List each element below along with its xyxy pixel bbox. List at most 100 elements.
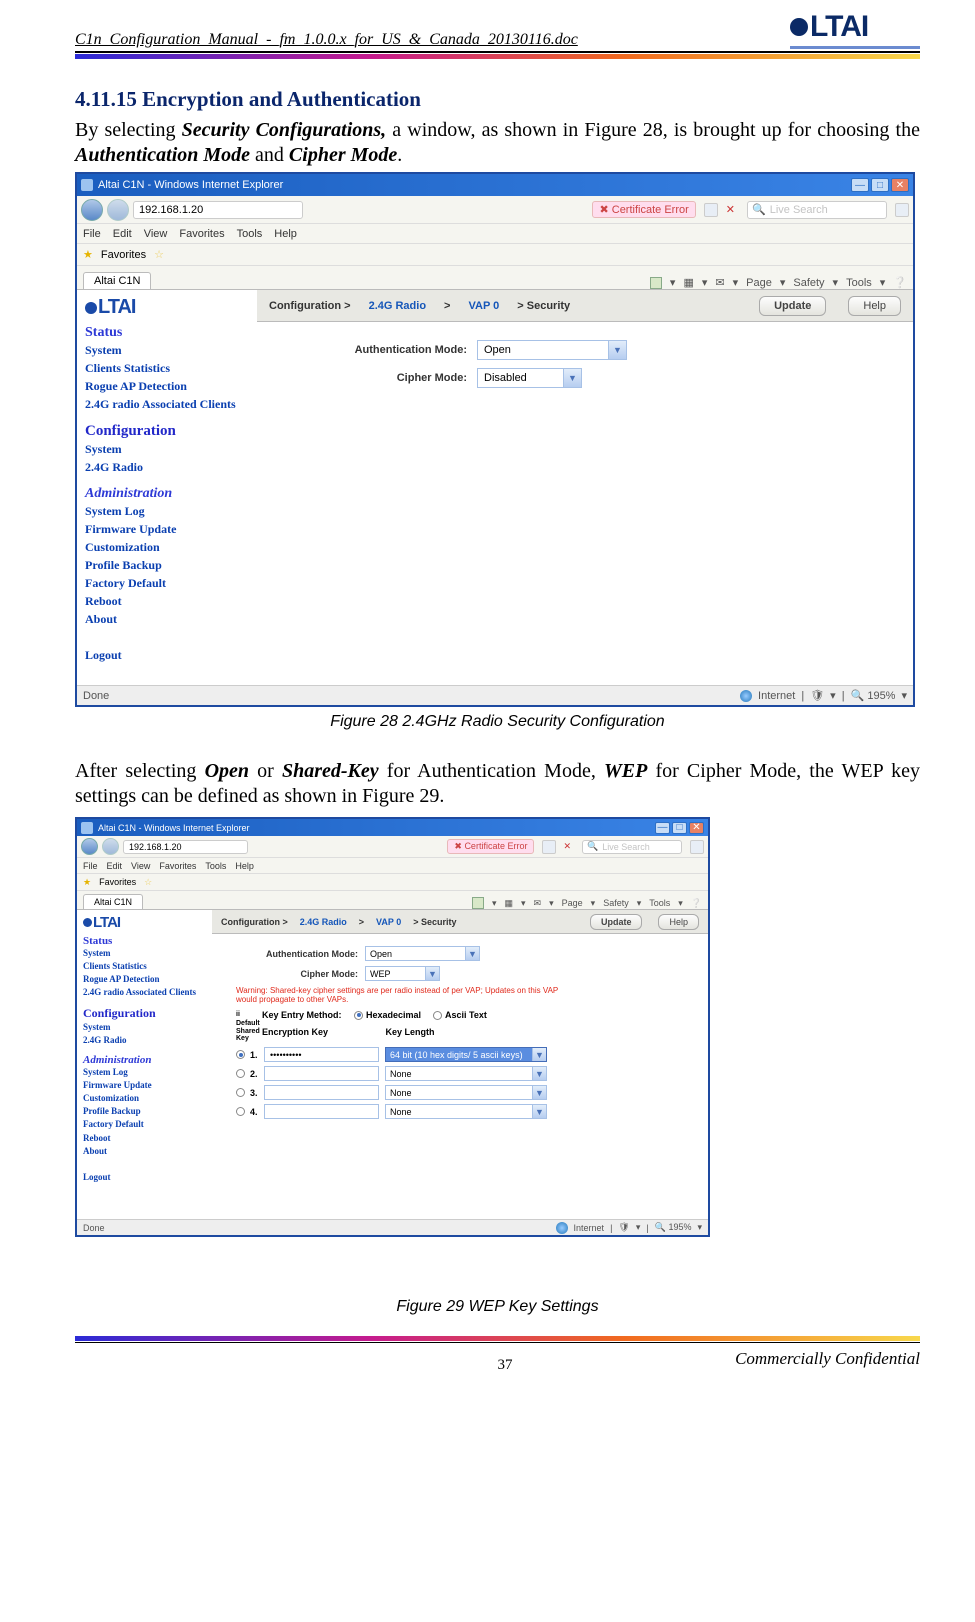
default-key-radio[interactable] xyxy=(236,1088,245,1097)
menu-edit[interactable]: Edit xyxy=(107,861,123,871)
search-box[interactable]: 🔍Live Search xyxy=(582,840,682,854)
minimize-button[interactable]: — xyxy=(851,178,869,192)
nav-syslog[interactable]: System Log xyxy=(85,502,249,520)
refresh-icon[interactable] xyxy=(704,203,718,217)
update-button[interactable]: Update xyxy=(759,296,826,316)
nav-fw-update[interactable]: Firmware Update xyxy=(85,520,249,538)
menu-view[interactable]: View xyxy=(131,861,150,871)
favorites-star-icon[interactable]: ★ xyxy=(83,248,93,261)
nav-cfg-system[interactable]: System xyxy=(83,1021,206,1034)
back-button[interactable] xyxy=(81,838,98,855)
address-bar[interactable]: 192.168.1.20 xyxy=(123,840,248,854)
auth-mode-select[interactable]: Open▼ xyxy=(477,340,627,360)
crumb-vap[interactable]: VAP 0 xyxy=(468,300,499,312)
mail-icon[interactable]: ✉ xyxy=(715,276,724,289)
menu-file[interactable]: File xyxy=(83,861,98,871)
cipher-mode-select[interactable]: WEP▼ xyxy=(365,966,440,981)
help-icon[interactable]: ❔ xyxy=(893,276,907,289)
close-button[interactable]: ✕ xyxy=(891,178,909,192)
menu-help[interactable]: Help xyxy=(274,228,297,240)
nav-assoc-clients[interactable]: 2.4G radio Associated Clients xyxy=(85,395,249,413)
nav-clients-statistics[interactable]: Clients Statistics xyxy=(85,359,249,377)
zoom-level[interactable]: 🔍 195% xyxy=(851,689,896,702)
rss-icon[interactable]: ▦ xyxy=(505,898,514,909)
refresh-icon[interactable] xyxy=(542,840,556,854)
nav-rogue-ap[interactable]: Rogue AP Detection xyxy=(85,377,249,395)
nav-profile-backup[interactable]: Profile Backup xyxy=(85,556,249,574)
menu-tools[interactable]: Tools xyxy=(237,228,263,240)
menu-help[interactable]: Help xyxy=(235,861,254,871)
favorites-label[interactable]: Favorites xyxy=(101,249,146,261)
nav-customization[interactable]: Customization xyxy=(83,1092,206,1105)
toolbar-page[interactable]: Page xyxy=(562,898,583,908)
back-button[interactable] xyxy=(81,199,103,221)
menu-file[interactable]: File xyxy=(83,228,101,240)
crumb-radio[interactable]: 2.4G Radio xyxy=(369,300,426,312)
menu-favorites[interactable]: Favorites xyxy=(159,861,196,871)
key-entry-ascii-radio[interactable] xyxy=(433,1011,442,1020)
wep-key-length-select[interactable]: None▼ xyxy=(385,1066,547,1081)
nav-reboot[interactable]: Reboot xyxy=(83,1132,206,1145)
address-bar[interactable]: 192.168.1.20 xyxy=(133,201,303,219)
home-icon[interactable] xyxy=(650,277,662,289)
help-button[interactable]: Help xyxy=(848,296,901,316)
rss-icon[interactable]: ▦ xyxy=(683,276,693,289)
nav-factory-default[interactable]: Factory Default xyxy=(85,574,249,592)
nav-cfg-system[interactable]: System xyxy=(85,440,249,458)
certificate-error-button[interactable]: ✖ Certificate Error xyxy=(592,201,695,218)
search-box[interactable]: 🔍Live Search xyxy=(747,201,887,219)
crumb-radio[interactable]: 2.4G Radio xyxy=(300,917,347,927)
favorites-star-icon[interactable]: ★ xyxy=(83,877,91,888)
maximize-button[interactable]: □ xyxy=(672,822,687,834)
nav-customization[interactable]: Customization xyxy=(85,538,249,556)
search-go-button[interactable] xyxy=(895,203,909,217)
default-key-radio[interactable] xyxy=(236,1050,245,1059)
nav-profile-backup[interactable]: Profile Backup xyxy=(83,1105,206,1118)
auth-mode-select[interactable]: Open▼ xyxy=(365,946,480,961)
key-entry-hex-radio[interactable] xyxy=(354,1011,363,1020)
nav-system[interactable]: System xyxy=(83,947,206,960)
menu-tools[interactable]: Tools xyxy=(205,861,226,871)
browser-tab[interactable]: Altai C1N xyxy=(83,894,143,909)
wep-key-input[interactable] xyxy=(264,1085,379,1100)
nav-logout[interactable]: Logout xyxy=(83,1171,206,1184)
nav-cfg-radio[interactable]: 2.4G Radio xyxy=(83,1034,206,1047)
update-button[interactable]: Update xyxy=(590,914,643,930)
forward-button[interactable] xyxy=(107,199,129,221)
nav-reboot[interactable]: Reboot xyxy=(85,592,249,610)
nav-clients-statistics[interactable]: Clients Statistics xyxy=(83,960,206,973)
nav-about[interactable]: About xyxy=(83,1145,206,1158)
wep-key-length-select[interactable]: None▼ xyxy=(385,1104,547,1119)
nav-assoc-clients[interactable]: 2.4G radio Associated Clients xyxy=(83,986,206,999)
crumb-vap[interactable]: VAP 0 xyxy=(376,917,401,927)
wep-key-length-select[interactable]: None▼ xyxy=(385,1085,547,1100)
toolbar-safety[interactable]: Safety xyxy=(603,898,629,908)
mail-icon[interactable]: ✉ xyxy=(534,898,542,909)
maximize-button[interactable]: □ xyxy=(871,178,889,192)
search-go-button[interactable] xyxy=(690,840,704,854)
nav-system[interactable]: System xyxy=(85,341,249,359)
add-favorite-icon[interactable]: ☆ xyxy=(144,877,152,888)
toolbar-safety[interactable]: Safety xyxy=(793,277,824,289)
stop-icon[interactable]: ✕ xyxy=(563,841,571,852)
nav-rogue-ap[interactable]: Rogue AP Detection xyxy=(83,973,206,986)
nav-about[interactable]: About xyxy=(85,610,249,628)
wep-key-input[interactable]: •••••••••• xyxy=(264,1047,379,1062)
menu-view[interactable]: View xyxy=(144,228,168,240)
wep-key-length-select[interactable]: 64 bit (10 hex digits/ 5 ascii keys)▼ xyxy=(385,1047,547,1062)
minimize-button[interactable]: — xyxy=(655,822,670,834)
menu-edit[interactable]: Edit xyxy=(113,228,132,240)
browser-tab[interactable]: Altai C1N xyxy=(83,272,151,289)
zoom-level[interactable]: 🔍 195% xyxy=(655,1222,692,1233)
default-key-radio[interactable] xyxy=(236,1069,245,1078)
favorites-label[interactable]: Favorites xyxy=(99,877,136,887)
certificate-error-button[interactable]: ✖ Certificate Error xyxy=(447,839,534,854)
toolbar-tools[interactable]: Tools xyxy=(649,898,670,908)
wep-key-input[interactable] xyxy=(264,1066,379,1081)
toolbar-tools[interactable]: Tools xyxy=(846,277,872,289)
add-favorite-icon[interactable]: ☆ xyxy=(154,248,164,261)
help-button[interactable]: Help xyxy=(658,914,699,930)
nav-fw-update[interactable]: Firmware Update xyxy=(83,1079,206,1092)
window-titlebar[interactable]: Altai C1N - Windows Internet Explorer — … xyxy=(77,174,913,196)
nav-logout[interactable]: Logout xyxy=(85,646,249,664)
